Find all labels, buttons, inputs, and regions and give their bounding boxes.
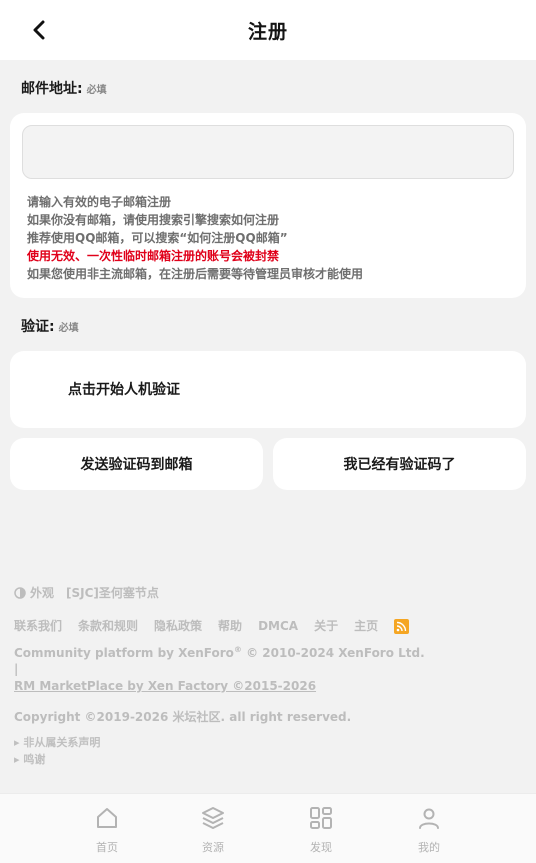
copyright: Copyright ©2019-2026 米坛社区. all right res… (14, 710, 352, 724)
rss-icon[interactable] (394, 618, 410, 634)
tab-discover-label: 发现 (310, 841, 332, 854)
footer-separator: | (14, 662, 19, 676)
tab-home[interactable]: 首页 (77, 804, 137, 855)
tab-resources[interactable]: 资源 (183, 804, 243, 855)
email-label-text: 邮件地址: (21, 81, 83, 97)
footer-link-contact[interactable]: 联系我们 (14, 617, 62, 634)
footer-link-privacy[interactable]: 隐私政策 (154, 617, 202, 634)
email-label: 邮件地址: 必填 (21, 78, 107, 98)
addon-credit: RM MarketPlace by Xen Factory ©2015-2026 (14, 679, 316, 693)
email-hints: 请输入有效的电子邮箱注册 如果你没有邮箱，请使用搜索引擎搜索如何注册 推荐使用Q… (27, 193, 363, 283)
footer-link-home[interactable]: 主页 (354, 617, 378, 634)
registered-mark: ® (233, 645, 242, 654)
hint-line: 如果你没有邮箱，请使用搜索引擎搜索如何注册 (27, 213, 280, 227)
hint-line: 推荐使用QQ邮箱，可以搜索“如何注册QQ邮箱” (27, 231, 288, 245)
required-tag: 必填 (58, 323, 79, 334)
verify-label-text: 验证: (21, 319, 55, 335)
footer-notes: ▸ 非从属关系声明 ▸ 鸣谢 (14, 734, 100, 768)
hint-warning: 使用无效、一次性临时邮箱注册的账号会被封禁 (27, 249, 280, 263)
footer-link-dmca[interactable]: DMCA (258, 619, 298, 633)
email-card: 请输入有效的电子邮箱注册 如果你没有邮箱，请使用搜索引擎搜索如何注册 推荐使用Q… (10, 113, 526, 298)
required-tag: 必填 (86, 85, 107, 96)
hint-line: 请输入有效的电子邮箱注册 (27, 195, 172, 209)
tab-profile-label: 我的 (418, 841, 440, 854)
tab-home-label: 首页 (96, 841, 118, 854)
note-disclaimer-label: 非从属关系声明 (23, 736, 101, 749)
home-icon (97, 808, 117, 828)
footer-link-help[interactable]: 帮助 (218, 617, 242, 634)
palette-icon (14, 586, 26, 599)
note-thanks[interactable]: ▸ 鸣谢 (14, 751, 100, 768)
addon-credit-link[interactable]: RM MarketPlace by Xen Factory ©2015-2026 (14, 679, 316, 693)
verify-label: 验证: 必填 (21, 316, 79, 336)
layers-icon (202, 807, 224, 829)
captcha-widget[interactable]: 点击开始人机验证 (10, 351, 526, 428)
tab-resources-label: 资源 (202, 841, 224, 854)
style-name: [SJC]圣何塞节点 (66, 586, 159, 600)
powered-by: Community platform by XenForo® © 2010-20… (14, 645, 425, 660)
top-bar: 注册 (0, 0, 536, 60)
footer-links: 联系我们 条款和规则 隐私政策 帮助 DMCA 关于 主页 (14, 617, 410, 634)
footer-link-about[interactable]: 关于 (314, 617, 338, 634)
page-title: 注册 (247, 21, 288, 43)
grid-icon (310, 807, 332, 829)
bottom-tab-bar: 首页 资源 发现 我的 (0, 793, 536, 863)
footer-link-terms[interactable]: 条款和规则 (78, 617, 138, 634)
note-disclaimer[interactable]: ▸ 非从属关系声明 (14, 734, 100, 751)
powered-by-text: Community platform by XenForo (14, 646, 234, 660)
user-icon (419, 808, 439, 829)
hint-line: 如果您使用非主流邮箱，在注册后需要等待管理员审核才能使用 (27, 267, 364, 281)
tab-profile[interactable]: 我的 (399, 804, 459, 855)
style-chooser[interactable]: 外观 [SJC]圣何塞节点 (14, 584, 159, 601)
appearance-label: 外观 (30, 586, 55, 600)
have-code-button[interactable]: 我已经有验证码了 (273, 438, 526, 490)
email-input[interactable] (22, 125, 514, 179)
powered-by-years: © 2010-2024 XenForo Ltd. (246, 646, 425, 660)
note-thanks-label: 鸣谢 (23, 753, 46, 766)
tab-discover[interactable]: 发现 (291, 804, 351, 855)
captcha-label: 点击开始人机验证 (68, 382, 180, 398)
send-code-button[interactable]: 发送验证码到邮箱 (10, 438, 263, 490)
